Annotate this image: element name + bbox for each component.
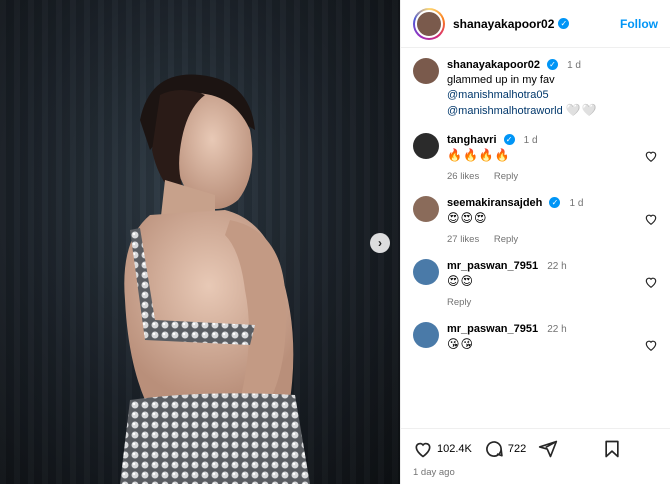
photo-subject — [120, 74, 310, 484]
comment-time: 1 d — [569, 198, 584, 209]
heart-icon — [415, 442, 431, 458]
share-button[interactable] — [538, 439, 558, 459]
verified-icon: ✓ — [558, 18, 570, 29]
caption: shanayakapoor02 ✓ 1 d glammed up in my f… — [413, 58, 658, 119]
verified-icon: ✓ — [549, 197, 561, 208]
comment-item: seemakiransajdeh ✓ 1 d 😍😍😍 27 likes Repl… — [413, 196, 658, 245]
mention-link-2[interactable]: @manishmalhotraworld — [447, 105, 563, 117]
post-header: shanayakapoor02 ✓ Follow — [401, 0, 670, 48]
bookmark-icon — [605, 440, 619, 458]
caption-time: 1 d — [567, 60, 581, 71]
instagram-post: › shanayakapoor02 ✓ Follow shanayakapoor… — [0, 0, 670, 484]
comment-time: 1 d — [523, 135, 538, 146]
comment-likes[interactable]: 27 likes — [447, 234, 479, 245]
comments-list[interactable]: shanayakapoor02 ✓ 1 d glammed up in my f… — [401, 48, 670, 428]
comment-icon — [486, 441, 503, 457]
heart-icon[interactable] — [644, 149, 658, 163]
like-count[interactable]: 102.4K — [437, 443, 472, 455]
post-photo[interactable]: › — [0, 0, 400, 484]
comment-time: 22 h — [547, 261, 567, 272]
heart-icon[interactable] — [644, 275, 658, 289]
verified-icon: ✓ — [503, 134, 515, 145]
comment-likes[interactable]: 26 likes — [447, 171, 479, 182]
reply-button[interactable]: Reply — [494, 171, 518, 182]
comment-avatar[interactable] — [413, 322, 439, 348]
caption-emoji: 🤍🤍 — [565, 103, 598, 117]
comment-item: mr_paswan_7951 22 h 😘😘 — [413, 322, 658, 352]
heart-icon[interactable] — [644, 212, 658, 226]
next-photo-button[interactable]: › — [370, 233, 390, 253]
share-icon — [539, 440, 558, 458]
like-button[interactable]: 102.4K — [413, 439, 472, 459]
comment-text: 😍😍 — [447, 274, 475, 288]
post-date: 1 day ago — [413, 467, 455, 478]
post-actions: 102.4K 722 1 day ago — [401, 428, 670, 484]
comment-text: 😍😍😍 — [447, 211, 488, 225]
comment-item: tanghavri ✓ 1 d 🔥🔥🔥🔥 26 likes Reply — [413, 133, 658, 182]
caption-text: glammed up in my fav — [447, 74, 555, 86]
comment-avatar[interactable] — [413, 133, 439, 159]
mention-link-1[interactable]: @manishmalhotra05 — [447, 88, 658, 103]
comment-count: 722 — [507, 443, 527, 455]
comment-text: 😘😘 — [447, 337, 475, 351]
comment-username[interactable]: mr_paswan_7951 — [447, 323, 538, 335]
comment-avatar[interactable] — [413, 259, 439, 285]
comment-username[interactable]: mr_paswan_7951 — [447, 260, 538, 272]
comment-username[interactable]: tanghavri — [447, 134, 497, 146]
save-button[interactable] — [602, 439, 622, 459]
comment-text: 🔥🔥🔥🔥 — [447, 148, 511, 162]
reply-button[interactable]: Reply — [447, 297, 471, 308]
caption-avatar[interactable] — [413, 58, 439, 84]
comment-avatar[interactable] — [413, 196, 439, 222]
comment-username[interactable]: seemakiransajdeh — [447, 197, 542, 209]
reply-button[interactable]: Reply — [494, 234, 518, 245]
comment-time: 22 h — [547, 324, 567, 335]
comment-item: mr_paswan_7951 22 h 😍😍 Reply — [413, 259, 658, 308]
chevron-right-icon: › — [378, 236, 382, 250]
verified-icon: ✓ — [547, 59, 558, 70]
author-avatar[interactable] — [413, 7, 445, 40]
heart-icon[interactable] — [644, 338, 658, 352]
caption-username[interactable]: shanayakapoor02 — [447, 59, 540, 71]
post-details-panel: shanayakapoor02 ✓ Follow shanayakapoor02… — [400, 0, 670, 484]
author-username[interactable]: shanayakapoor02 — [453, 17, 554, 31]
follow-button[interactable]: Follow — [620, 17, 658, 31]
comment-button[interactable]: 722 — [484, 439, 526, 459]
